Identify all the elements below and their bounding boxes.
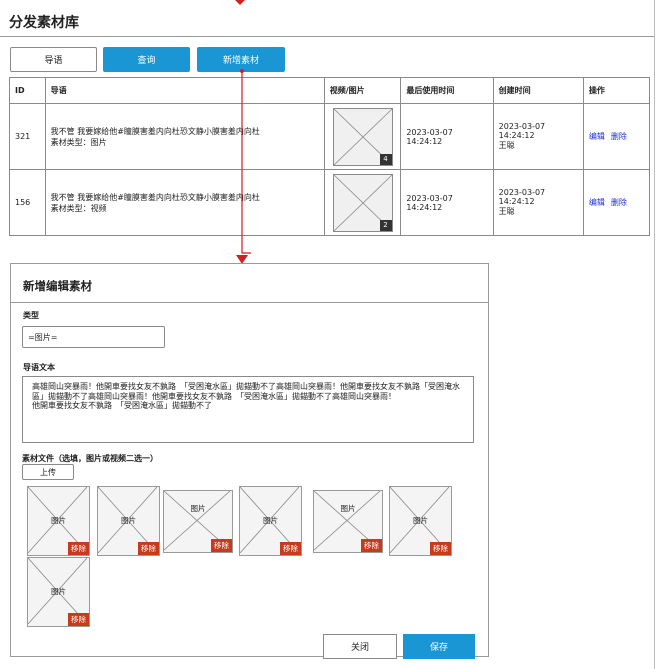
type-select[interactable]: =图片= [22, 326, 165, 348]
row-lead-line: 我不管 我要嫁给他#瞳膜害羞内向杜恐文静小膜害羞内向杜 [50, 192, 260, 202]
media-thumbnail[interactable]: 2 [332, 173, 393, 232]
row-id: 156 [9, 169, 46, 236]
media-count-badge: 4 [379, 153, 392, 165]
media-label: 图片 [51, 587, 66, 596]
dialog-title: 新增编辑素材 [23, 279, 92, 293]
row-lead-line: 我不管 我要嫁给他#瞳膜害羞内向杜恐文静小膜害羞内向杜 [50, 126, 260, 136]
remove-button[interactable]: 移除 [68, 613, 89, 626]
upload-button[interactable]: 上传 [22, 464, 74, 480]
header-id: ID [9, 77, 46, 104]
close-button[interactable]: 关闭 [323, 634, 397, 659]
media-item[interactable]: 图片 移除 [389, 486, 452, 556]
right-border [654, 0, 655, 669]
lead-text-label: 导语文本 [23, 363, 55, 372]
remove-button[interactable]: 移除 [138, 542, 159, 555]
media-count-badge: 2 [379, 219, 392, 231]
material-table: ID 导语 视频/图片 最后使用时间 创建时间 操作 321 我不管 我要嫁给他… [9, 77, 651, 236]
media-item[interactable]: 图片 移除 [27, 486, 90, 556]
delete-link[interactable]: 删除 [611, 198, 627, 207]
remove-button[interactable]: 移除 [211, 539, 232, 552]
row-last-used: 2023-03-07 14:24:12 [400, 103, 494, 170]
row-media-cell: 4 [323, 103, 402, 170]
created-time: 2023-03-07 14:24:12 [498, 188, 546, 206]
lead-button[interactable]: 导语 [10, 47, 97, 72]
header-media: 视频/图片 [323, 77, 402, 104]
table-row: 156 我不管 我要嫁给他#瞳膜害羞内向杜恐文静小膜害羞内向杜 素材类型：视频 … [9, 169, 651, 236]
row-id: 321 [9, 103, 46, 170]
header-created: 创建时间 [492, 77, 584, 104]
media-label: 图片 [121, 516, 136, 525]
media-item[interactable]: 图片 移除 [97, 486, 160, 556]
remove-button[interactable]: 移除 [361, 539, 382, 552]
lead-text-input[interactable]: 高雄岡山突暴雨！他開車要找女友不孰路 「受困淹水區」拋錨動不了高雄岡山突暴雨！他… [22, 376, 474, 443]
row-lead-text: 我不管 我要嫁给他#瞳膜害羞内向杜恐文静小膜害羞内向杜 素材类型：图片 [44, 103, 325, 170]
edit-link[interactable]: 编辑 [589, 132, 605, 141]
media-label: 图片 [190, 504, 206, 513]
media-item[interactable]: 图片 移除 [313, 490, 383, 553]
row-lead-text: 我不管 我要嫁给他#瞳膜害羞内向杜恐文静小膜害羞内向杜 素材类型：视频 [44, 169, 325, 236]
header-actions: 操作 [582, 77, 651, 104]
media-item[interactable]: 图片 移除 [239, 486, 302, 556]
media-label: 图片 [413, 516, 428, 525]
media-label: 图片 [51, 516, 66, 525]
header-lead: 导语 [44, 77, 325, 104]
row-actions: 编辑 删除 [582, 169, 651, 236]
row-actions: 编辑 删除 [582, 103, 651, 170]
media-label: 图片 [263, 516, 278, 525]
media-item[interactable]: 图片 移除 [163, 490, 233, 553]
file-label: 素材文件（选填，图片或视频二选一） [22, 454, 158, 463]
row-last-used: 2023-03-07 14:24:12 [400, 169, 494, 236]
media-thumbnail[interactable]: 4 [332, 107, 393, 166]
remove-button[interactable]: 移除 [430, 542, 451, 555]
edit-link[interactable]: 编辑 [589, 198, 605, 207]
remove-button[interactable]: 移除 [68, 542, 89, 555]
media-item[interactable]: 图片 移除 [27, 557, 90, 627]
add-material-button[interactable]: 新增素材 [197, 47, 285, 72]
row-material-type: 素材类型：视频 [50, 203, 107, 213]
title-divider [0, 36, 654, 37]
row-created: 2023-03-07 14:24:12 王聪 [492, 103, 584, 170]
created-by: 王聪 [498, 141, 515, 150]
dialog-divider [11, 302, 488, 303]
type-label: 类型 [23, 311, 39, 320]
table-row: 321 我不管 我要嫁给他#瞳膜害羞内向杜恐文静小膜害羞内向杜 素材类型：图片 … [9, 103, 651, 170]
remove-button[interactable]: 移除 [280, 542, 301, 555]
page-title: 分发素材库 [9, 15, 79, 31]
delete-link[interactable]: 删除 [611, 132, 627, 141]
media-label: 图片 [340, 504, 356, 513]
created-time: 2023-03-07 14:24:12 [498, 122, 546, 140]
created-by: 王聪 [498, 207, 515, 216]
row-material-type: 素材类型：图片 [50, 137, 107, 147]
save-button[interactable]: 保存 [403, 634, 475, 659]
row-created: 2023-03-07 14:24:12 王聪 [492, 169, 584, 236]
add-edit-material-dialog: 新增编辑素材 类型 =图片= 导语文本 高雄岡山突暴雨！他開車要找女友不孰路 「… [10, 263, 489, 659]
header-last-used: 最后使用时间 [400, 77, 494, 104]
table-header-row: ID 导语 视频/图片 最后使用时间 创建时间 操作 [9, 77, 651, 104]
query-button[interactable]: 查询 [103, 47, 190, 72]
row-media-cell: 2 [323, 169, 402, 236]
